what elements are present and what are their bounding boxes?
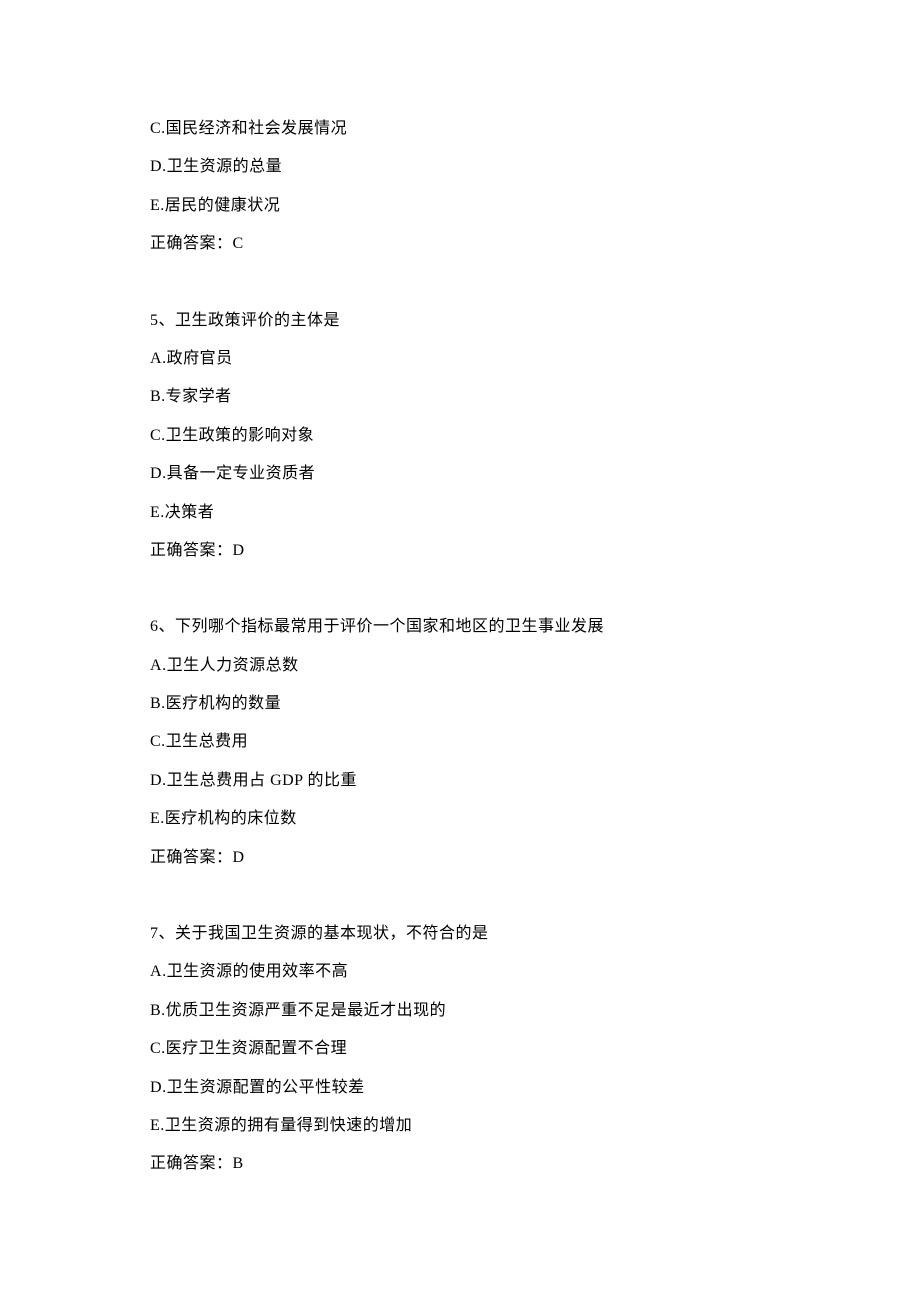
option-letter: C xyxy=(150,427,161,444)
answer-label: 正确答案： xyxy=(150,849,233,866)
option-text: 政府官员 xyxy=(167,350,233,367)
option-line: A.政府官员 xyxy=(150,340,770,378)
question-block-7: 7、关于我国卫生资源的基本现状，不符合的是 A.卫生资源的使用效率不高 B.优质… xyxy=(150,915,770,1184)
question-number: 6、 xyxy=(150,618,175,635)
option-text: 具备一定专业资质者 xyxy=(167,465,316,482)
option-line: C.卫生政策的影响对象 xyxy=(150,417,770,455)
question-block-6: 6、下列哪个指标最常用于评价一个国家和地区的卫生事业发展 A.卫生人力资源总数 … xyxy=(150,608,770,877)
answer-value: B xyxy=(233,1155,244,1172)
option-text: 医疗卫生资源配置不合理 xyxy=(166,1040,348,1057)
option-letter: B xyxy=(150,388,161,405)
question-block-5: 5、卫生政策评价的主体是 A.政府官员 B.专家学者 C.卫生政策的影响对象 D… xyxy=(150,302,770,571)
option-text: 卫生总费用 xyxy=(166,733,249,750)
option-line: D.卫生总费用占 GDP 的比重 xyxy=(150,762,770,800)
option-line: D.卫生资源的总量 xyxy=(150,148,770,186)
option-line: A.卫生人力资源总数 xyxy=(150,647,770,685)
answer-line: 正确答案：B xyxy=(150,1145,770,1183)
option-letter: E xyxy=(150,504,160,521)
option-letter: D xyxy=(150,158,162,175)
option-text: 医疗机构的数量 xyxy=(166,695,282,712)
question-text: 卫生政策评价的主体是 xyxy=(175,312,340,329)
option-text: 卫生资源配置的公平性较差 xyxy=(167,1079,365,1096)
option-text: 决策者 xyxy=(165,504,215,521)
answer-label: 正确答案： xyxy=(150,1155,233,1172)
option-line: B.专家学者 xyxy=(150,378,770,416)
option-text: 卫生资源的总量 xyxy=(167,158,283,175)
option-letter: A xyxy=(150,963,162,980)
option-line: B.医疗机构的数量 xyxy=(150,685,770,723)
answer-label: 正确答案： xyxy=(150,542,233,559)
option-letter: D xyxy=(150,1079,162,1096)
option-line: B.优质卫生资源严重不足是最近才出现的 xyxy=(150,992,770,1030)
option-letter: E xyxy=(150,810,160,827)
answer-label: 正确答案： xyxy=(150,235,233,252)
question-number: 7、 xyxy=(150,925,175,942)
option-text: 国民经济和社会发展情况 xyxy=(166,120,348,137)
option-line: E.卫生资源的拥有量得到快速的增加 xyxy=(150,1107,770,1145)
option-letter: C xyxy=(150,1040,161,1057)
option-line: D.具备一定专业资质者 xyxy=(150,455,770,493)
option-letter: C xyxy=(150,120,161,137)
option-text: 卫生资源的使用效率不高 xyxy=(167,963,349,980)
option-letter: A xyxy=(150,350,162,367)
option-line: C.国民经济和社会发展情况 xyxy=(150,110,770,148)
question-text: 关于我国卫生资源的基本现状，不符合的是 xyxy=(175,925,489,942)
answer-value: D xyxy=(233,542,245,559)
answer-line: 正确答案：C xyxy=(150,225,770,263)
option-text: 卫生资源的拥有量得到快速的增加 xyxy=(165,1117,413,1134)
option-letter: D xyxy=(150,772,162,789)
answer-value: C xyxy=(233,235,244,252)
option-text: 卫生总费用占 GDP 的比重 xyxy=(167,772,357,789)
option-line: E.医疗机构的床位数 xyxy=(150,800,770,838)
answer-value: D xyxy=(233,849,245,866)
option-letter: B xyxy=(150,1002,161,1019)
option-line: A.卫生资源的使用效率不高 xyxy=(150,953,770,991)
option-line: E.居民的健康状况 xyxy=(150,187,770,225)
option-letter: D xyxy=(150,465,162,482)
question-stem: 7、关于我国卫生资源的基本现状，不符合的是 xyxy=(150,915,770,953)
option-text: 卫生人力资源总数 xyxy=(167,657,299,674)
partial-question-block: C.国民经济和社会发展情况 D.卫生资源的总量 E.居民的健康状况 正确答案：C xyxy=(150,110,770,264)
question-stem: 5、卫生政策评价的主体是 xyxy=(150,302,770,340)
option-letter: A xyxy=(150,657,162,674)
option-letter: C xyxy=(150,733,161,750)
answer-line: 正确答案：D xyxy=(150,532,770,570)
option-text: 卫生政策的影响对象 xyxy=(166,427,315,444)
option-line: C.医疗卫生资源配置不合理 xyxy=(150,1030,770,1068)
option-line: D.卫生资源配置的公平性较差 xyxy=(150,1069,770,1107)
option-text: 医疗机构的床位数 xyxy=(165,810,297,827)
option-letter: B xyxy=(150,695,161,712)
option-text: 专家学者 xyxy=(166,388,232,405)
question-number: 5、 xyxy=(150,312,175,329)
option-letter: E xyxy=(150,197,160,214)
option-text: 优质卫生资源严重不足是最近才出现的 xyxy=(166,1002,447,1019)
option-line: E.决策者 xyxy=(150,494,770,532)
question-text: 下列哪个指标最常用于评价一个国家和地区的卫生事业发展 xyxy=(175,618,604,635)
answer-line: 正确答案：D xyxy=(150,839,770,877)
option-letter: E xyxy=(150,1117,160,1134)
question-stem: 6、下列哪个指标最常用于评价一个国家和地区的卫生事业发展 xyxy=(150,608,770,646)
option-line: C.卫生总费用 xyxy=(150,723,770,761)
option-text: 居民的健康状况 xyxy=(165,197,281,214)
